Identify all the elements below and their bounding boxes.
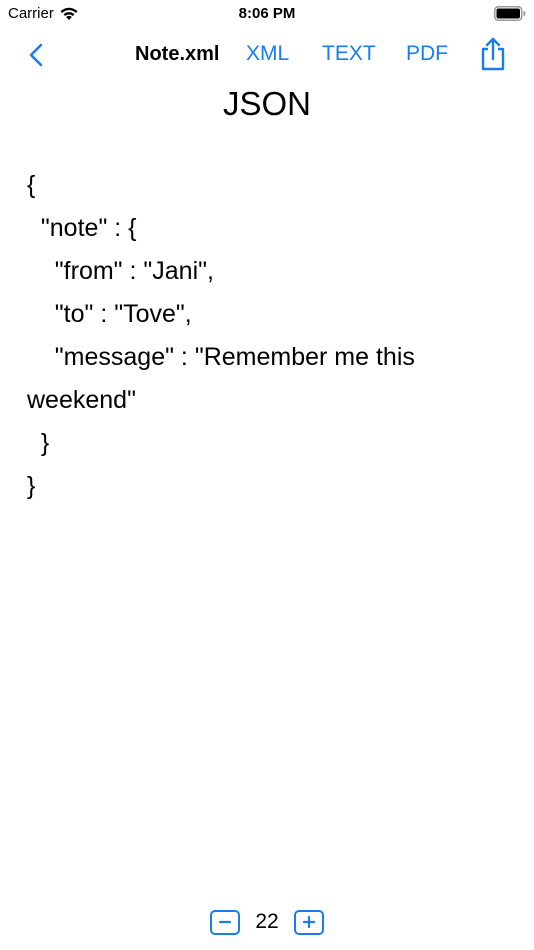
status-time: 8:06 PM <box>238 5 296 22</box>
chevron-left-icon <box>29 43 43 67</box>
increase-button[interactable] <box>294 909 324 935</box>
back-button[interactable] <box>22 40 50 70</box>
navigation-bar: Note.xml XML TEXT PDF <box>0 30 534 80</box>
text-button[interactable]: TEXT <box>322 42 376 66</box>
xml-button[interactable]: XML <box>246 42 289 66</box>
screen: Carrier 8:06 PM Note.xml XML TEXT PDF JS… <box>0 0 534 950</box>
format-heading: JSON <box>222 85 311 122</box>
minus-icon <box>218 920 232 924</box>
status-bar: Carrier 8:06 PM <box>0 0 534 30</box>
json-content: { "note" : { "from" : "Jani", "to" : "To… <box>27 171 415 500</box>
pdf-button[interactable]: PDF <box>406 42 448 66</box>
font-size-value: 22 <box>255 910 279 933</box>
document-title: Note.xml <box>135 43 220 65</box>
share-icon <box>481 37 505 71</box>
share-button[interactable] <box>478 36 508 72</box>
font-size-stepper: 22 <box>0 905 534 939</box>
decrease-button[interactable] <box>210 909 240 935</box>
plus-icon <box>302 915 316 929</box>
battery-icon <box>494 6 526 21</box>
